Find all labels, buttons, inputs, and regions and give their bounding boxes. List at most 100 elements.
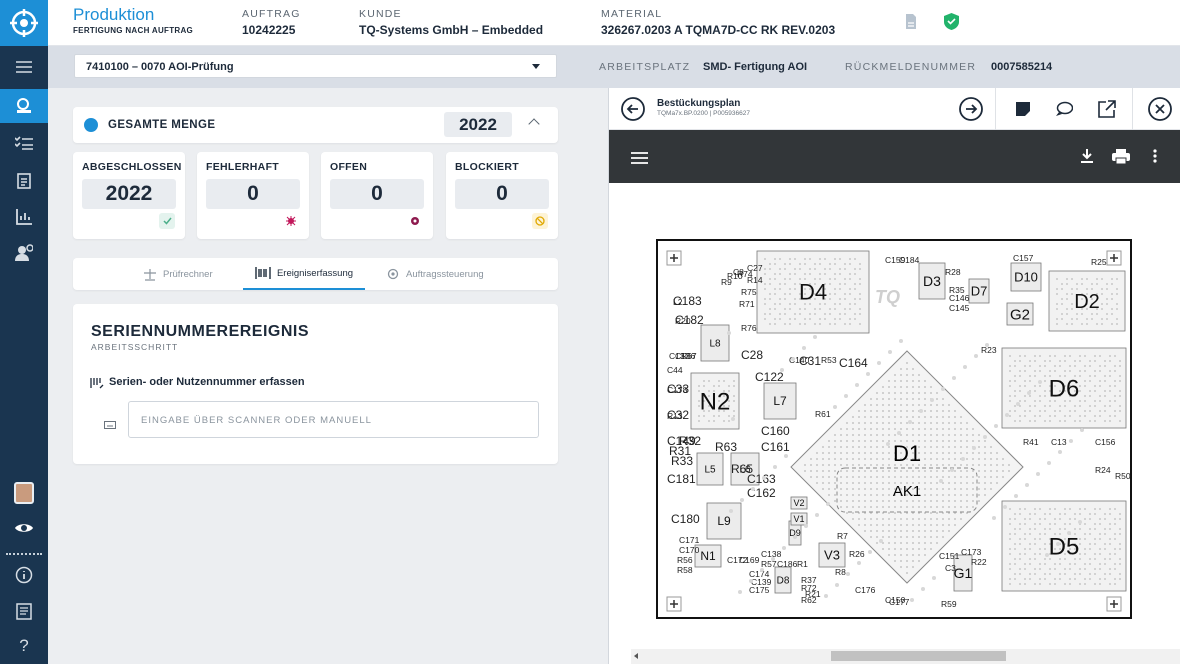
ball-pad <box>1024 523 1026 525</box>
serial-input[interactable]: EINGABE ÜBER SCANNER ODER MANUELL <box>128 401 539 438</box>
ball-pad <box>829 283 831 285</box>
more-vertical-icon[interactable] <box>1153 149 1157 168</box>
via-pad <box>939 479 943 483</box>
ball-pad <box>839 298 841 300</box>
pdf-canvas[interactable]: D4 N2 D6 D5 D2 D3 D10 G2 D7 L8 L7 L5 L6 L9 N1 V3 G1 D8 D9 V… <box>609 183 1180 649</box>
ball-pad <box>924 500 926 502</box>
book-icon[interactable] <box>0 594 48 628</box>
production-nav-icon[interactable] <box>0 89 48 123</box>
comment-icon[interactable] <box>1052 97 1076 121</box>
tab-auftragssteuerung[interactable]: Auftragssteuerung <box>386 258 484 290</box>
ball-pad <box>924 482 926 484</box>
ball-pad <box>1119 365 1121 367</box>
ball-pad <box>966 452 968 454</box>
download-icon[interactable] <box>1080 149 1094 168</box>
document-icon[interactable] <box>905 13 917 35</box>
scroll-left-icon[interactable] <box>634 653 638 659</box>
ball-pad <box>1104 360 1106 362</box>
ball-pad <box>924 518 926 520</box>
print-icon[interactable] <box>1112 149 1130 169</box>
ball-pad <box>1116 288 1118 290</box>
ball-pad <box>840 476 842 478</box>
open-external-icon[interactable] <box>1095 97 1119 121</box>
chart-nav-icon[interactable] <box>0 200 48 234</box>
via-pad <box>802 346 806 350</box>
sticky-note-icon[interactable] <box>1011 97 1035 121</box>
back-arrow-icon[interactable] <box>621 97 645 121</box>
tab-ereigniserfassung[interactable]: Ereigniserfassung <box>243 258 365 290</box>
ball-pad <box>984 440 986 442</box>
reference-designator: C27 <box>747 263 763 273</box>
ball-pad <box>1014 380 1016 382</box>
ball-pad <box>1034 400 1036 402</box>
ball-pad <box>1074 573 1076 575</box>
forward-arrow-icon[interactable] <box>959 97 983 121</box>
ball-pad <box>900 410 902 412</box>
ball-pad <box>852 482 854 484</box>
ball-pad <box>864 506 866 508</box>
ball-pad <box>1034 508 1036 510</box>
ball-pad <box>894 548 896 550</box>
ball-pad <box>1089 548 1091 550</box>
horizontal-scrollbar[interactable] <box>631 649 1180 664</box>
ball-pad <box>1014 360 1016 362</box>
ball-pad <box>1039 518 1041 520</box>
ball-pad <box>834 303 836 305</box>
via-pad <box>813 335 817 339</box>
ball-pad <box>822 476 824 478</box>
menu-icon[interactable] <box>631 151 648 169</box>
ball-pad <box>1039 583 1041 585</box>
ball-pad <box>1059 528 1061 530</box>
eye-icon[interactable] <box>0 511 48 545</box>
ball-pad <box>1009 370 1011 372</box>
ball-pad <box>822 452 824 454</box>
ball-pad <box>846 470 848 472</box>
clipboard-nav-icon[interactable] <box>0 163 48 197</box>
ball-pad <box>1034 523 1036 525</box>
ball-pad <box>936 524 938 526</box>
help-icon[interactable]: ? <box>0 629 48 663</box>
ball-pad <box>888 554 890 556</box>
ball-pad <box>1114 518 1116 520</box>
ball-pad <box>1119 578 1121 580</box>
ball-pad <box>1039 563 1041 565</box>
ball-pad <box>819 318 821 320</box>
ball-pad <box>810 476 812 478</box>
tab-pruefrechner[interactable]: Prüfrechner <box>143 258 213 290</box>
ball-pad <box>1109 370 1111 372</box>
ball-pad <box>1066 293 1068 295</box>
info-icon[interactable] <box>0 558 48 592</box>
chevron-up-icon[interactable] <box>528 118 540 130</box>
operation-select[interactable]: 7410100 – 0070 AOI-Prüfung <box>74 54 557 78</box>
avatar[interactable] <box>0 476 48 510</box>
ball-pad <box>839 283 841 285</box>
user-settings-nav-icon[interactable] <box>0 236 48 270</box>
via-pad <box>952 376 956 380</box>
ball-pad <box>1054 508 1056 510</box>
ball-pad <box>1099 533 1101 535</box>
close-icon[interactable] <box>1148 97 1172 121</box>
ball-pad <box>1104 375 1106 377</box>
ball-pad <box>888 494 890 496</box>
app-logo[interactable] <box>0 0 48 46</box>
ball-pad <box>1119 420 1121 422</box>
ball-pad <box>966 506 968 508</box>
ball-pad <box>942 494 944 496</box>
ball-pad <box>1044 410 1046 412</box>
ball-pad <box>1114 568 1116 570</box>
scrollbar-thumb[interactable] <box>831 651 1006 661</box>
ball-pad <box>882 524 884 526</box>
checklist-nav-icon[interactable] <box>0 126 48 160</box>
check-icon <box>159 213 175 229</box>
kunde-block: KUNDE TQ-Systems GmbH – Embedded <box>359 8 543 37</box>
ball-pad <box>1089 513 1091 515</box>
ball-pad <box>936 422 938 424</box>
ball-pad <box>1114 385 1116 387</box>
ball-pad <box>1074 513 1076 515</box>
menu-icon[interactable] <box>0 50 48 84</box>
ball-pad <box>1064 420 1066 422</box>
ball-pad <box>924 548 926 550</box>
ball-pad <box>774 303 776 305</box>
ball-pad <box>840 446 842 448</box>
shield-check-icon[interactable] <box>944 13 959 35</box>
